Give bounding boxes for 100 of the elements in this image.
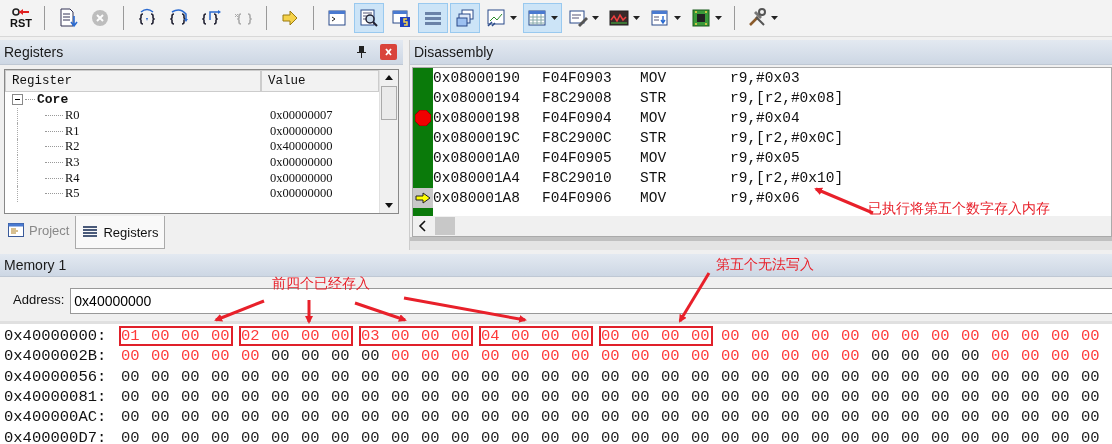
register-name[interactable]: R5: [65, 186, 270, 202]
memory-byte: 00: [750, 366, 771, 387]
memory-byte: 00: [690, 346, 711, 367]
mnemonic: MOV: [640, 190, 668, 206]
braces-icon: [169, 8, 189, 28]
document-icon: [58, 8, 78, 28]
memory-byte: 00: [960, 387, 981, 408]
memory-byte: 00: [780, 387, 801, 408]
memory-byte: 00: [360, 387, 381, 408]
register-value: 0x00000000: [270, 123, 333, 139]
memory-byte: 00: [600, 407, 621, 428]
memory-byte: 00: [450, 387, 471, 408]
scroll-thumb[interactable]: [381, 86, 397, 120]
caret-icon: [510, 16, 517, 20]
memory-byte: 00: [510, 387, 531, 408]
pen-icon: [568, 8, 588, 28]
toolbar-button[interactable]: RST: [6, 3, 36, 33]
memory-byte: 00: [600, 366, 621, 387]
register-name[interactable]: R3: [65, 155, 270, 171]
memory-byte: 00: [329, 326, 353, 347]
memory-byte: 00: [270, 427, 291, 444]
toolbar-button[interactable]: [354, 3, 384, 33]
memory-byte: 00: [210, 427, 231, 444]
memory-byte: 00: [780, 366, 801, 387]
memory-byte: 00: [810, 407, 831, 428]
braces-icon: [201, 8, 221, 28]
memory-byte: 00: [600, 387, 621, 408]
register-group[interactable]: Core: [37, 92, 69, 108]
memory-byte: 00: [900, 326, 921, 347]
annotation-arrow: [678, 272, 711, 323]
register-value: 0x00000007: [270, 108, 333, 124]
pin-icon[interactable]: [357, 46, 366, 58]
panel-tab[interactable]: Registers: [75, 216, 166, 249]
memory-byte: 00: [900, 346, 921, 367]
window-icon: [650, 8, 670, 28]
memory-byte: 00: [240, 346, 261, 367]
register-name[interactable]: R0: [65, 108, 270, 124]
memory-byte: 00: [210, 407, 231, 428]
memory-byte: 00: [720, 407, 741, 428]
memory-byte: 00: [150, 346, 171, 367]
opcode: F8C29008: [542, 90, 613, 106]
register-name[interactable]: R1: [65, 123, 270, 139]
memory-byte: 00: [690, 366, 711, 387]
memory-byte: 00: [930, 427, 951, 444]
memory-byte: 00: [930, 407, 951, 428]
memory-byte: 00: [900, 427, 921, 444]
memory-byte: 00: [150, 387, 171, 408]
memory-byte: 00: [360, 427, 381, 444]
chart-icon: [486, 8, 506, 28]
memory-byte: 00: [930, 366, 951, 387]
memory-byte: 00: [510, 407, 531, 428]
scroll-thumb[interactable]: [435, 217, 455, 235]
memory-byte: 00: [180, 366, 201, 387]
scrollbar[interactable]: [413, 216, 1111, 236]
memory-byte: 00: [480, 427, 501, 444]
memory-byte: 00: [390, 387, 411, 408]
memory-byte: 00: [690, 407, 711, 428]
memory-byte: 00: [630, 387, 651, 408]
memory-byte: 00: [900, 387, 921, 408]
memory-byte: 00: [870, 346, 891, 367]
register-value: 0x00000000: [270, 170, 333, 186]
memory-byte: 00: [570, 387, 591, 408]
memory-byte: 00: [390, 427, 411, 444]
memory-byte: 00: [960, 427, 981, 444]
memory-byte: 00: [540, 366, 561, 387]
operands: r9,[r2,#0x0C]: [730, 130, 844, 146]
column-header[interactable]: Value: [261, 70, 379, 92]
scrollbar[interactable]: [379, 70, 398, 213]
memory-byte: 02: [239, 326, 269, 347]
memory-byte: 00: [810, 346, 831, 367]
collapse-icon[interactable]: [12, 94, 23, 106]
memory-byte: 00: [240, 427, 261, 444]
memory-byte: 00: [180, 346, 201, 367]
memory-byte: 00: [690, 387, 711, 408]
memory-byte: 00: [990, 366, 1011, 387]
operands: r9,[r2,#0x08]: [730, 90, 844, 106]
memory-byte: 00: [509, 326, 539, 347]
register-name[interactable]: R4: [65, 170, 270, 186]
memory-byte: 00: [659, 326, 689, 347]
memory-byte: 00: [990, 346, 1011, 367]
instruction-address: 0x0800019C: [433, 130, 521, 146]
grid-icon: [527, 8, 547, 28]
memory-byte: 00: [870, 387, 891, 408]
memory-byte: 00: [750, 387, 771, 408]
memory-byte: 00: [420, 407, 441, 428]
memory-byte: 00: [540, 407, 561, 428]
memory-byte: 00: [480, 407, 501, 428]
register-value: 0x00000000: [270, 155, 333, 171]
memory-byte: 00: [840, 427, 861, 444]
address-label: Address:: [13, 291, 65, 307]
memory-byte: 00: [1050, 407, 1071, 428]
memory-byte: 00: [510, 427, 531, 444]
memory-byte: 00: [420, 387, 441, 408]
memory-byte: 00: [240, 387, 261, 408]
close-icon[interactable]: [380, 44, 397, 60]
memory-byte: 00: [510, 366, 531, 387]
memory-byte: 00: [780, 346, 801, 367]
column-header[interactable]: Register: [5, 70, 261, 92]
register-name[interactable]: R2: [65, 139, 270, 155]
memory-byte: 00: [300, 427, 321, 444]
